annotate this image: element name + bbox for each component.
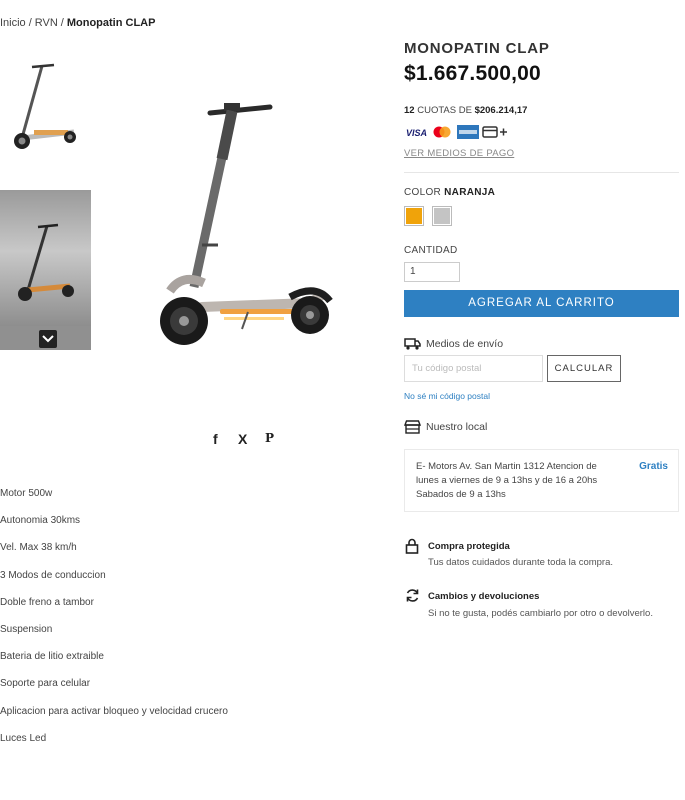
product-price: $1.667.500,00 (404, 62, 541, 85)
returns-subtitle: Si no te gusta, podés cambiarlo por otro… (428, 608, 653, 619)
product-thumbnail-2[interactable] (0, 190, 91, 326)
feature-item: Bateria de litio extraible (0, 651, 104, 663)
returns-title: Cambios y devoluciones (428, 591, 540, 602)
pinterest-icon[interactable]: P (265, 431, 274, 445)
breadcrumb-link-rvn[interactable]: RVN (35, 17, 58, 29)
x-icon[interactable]: X (238, 431, 247, 447)
feature-item: Soporte para celular (0, 678, 91, 690)
feature-item: Vel. Max 38 km/h (0, 542, 77, 554)
installments-info: 12 CUOTAS DE $206.214,17 (404, 105, 527, 116)
lock-icon (405, 538, 419, 559)
feature-item: Doble freno a tambor (0, 596, 94, 608)
local-store-option[interactable]: E- Motors Av. San Martin 1312 Atencion d… (404, 449, 679, 512)
installments-amount: $206.214,17 (474, 105, 528, 116)
color-label: COLOR NARANJA (404, 187, 495, 198)
protected-purchase-title: Compra protegida (428, 541, 510, 552)
divider (404, 172, 679, 173)
visa-icon: VISA (406, 128, 427, 138)
facebook-icon[interactable]: f (213, 431, 218, 447)
local-store-price: Gratis (639, 461, 668, 472)
payment-methods-link[interactable]: VER MEDIOS DE PAGO (404, 148, 514, 159)
local-store-label-text: Nuestro local (426, 421, 488, 433)
feature-item: Suspension (0, 623, 53, 635)
shipping-label: Medios de envío (404, 337, 503, 351)
local-store-address: E- Motors Av. San Martin 1312 Atencion d… (416, 461, 598, 500)
breadcrumb-separator: / (60, 17, 64, 29)
color-selected: NARANJA (444, 187, 496, 198)
feature-item: Aplicacion para activar bloqueo y veloci… (0, 705, 228, 717)
quantity-input[interactable]: 1 (404, 262, 460, 282)
chevron-down-icon[interactable] (39, 330, 57, 348)
protected-purchase-subtitle: Tus datos cuidados durante toda la compr… (428, 557, 614, 568)
feature-item: Autonomia 30kms (0, 515, 81, 527)
color-swatch-naranja[interactable] (404, 206, 424, 226)
breadcrumb: Inicio / RVN / Monopatin CLAP (0, 17, 155, 29)
store-icon (403, 420, 422, 434)
breadcrumb-current: Monopatin CLAP (66, 17, 156, 29)
refresh-icon (405, 588, 420, 608)
product-title: MONOPATIN CLAP (404, 40, 550, 57)
card-plus-icon (482, 126, 507, 138)
add-to-cart-button[interactable]: AGREGAR AL CARRITO (404, 290, 679, 317)
feature-item: Motor 500w (0, 488, 53, 499)
truck-icon (404, 338, 421, 350)
share-bar: f X P (209, 431, 289, 449)
local-store-label: Nuestro local (403, 420, 488, 434)
product-thumbnail-1[interactable] (4, 58, 84, 158)
product-description: Motor 500w Autonomia 30kms Vel. Max 38 k… (0, 487, 360, 759)
shipping-label-text: Medios de envío (426, 338, 504, 350)
installments-text: CUOTAS DE (417, 105, 472, 116)
payment-methods: VISA (404, 124, 524, 140)
color-label-text: COLOR (404, 187, 442, 198)
unknown-postal-code-link[interactable]: No sé mi código postal (404, 391, 490, 401)
installments-count: 12 (404, 105, 415, 116)
color-swatch-gris[interactable] (432, 206, 452, 226)
breadcrumb-link-inicio[interactable]: Inicio (0, 17, 26, 29)
calculate-shipping-button[interactable]: CALCULAR (547, 355, 621, 382)
feature-item: 3 Modos de conduccion (0, 569, 106, 581)
mastercard-icon (433, 126, 451, 138)
quantity-label: CANTIDAD (404, 245, 458, 256)
feature-item: Luces Led (0, 732, 47, 744)
svg-text:VISA: VISA (406, 128, 427, 138)
thumbnail-scroller (0, 326, 91, 350)
postal-code-input[interactable]: Tu código postal (404, 355, 543, 382)
amex-icon (457, 125, 479, 139)
product-main-image[interactable] (140, 95, 350, 355)
breadcrumb-separator: / (28, 17, 32, 29)
